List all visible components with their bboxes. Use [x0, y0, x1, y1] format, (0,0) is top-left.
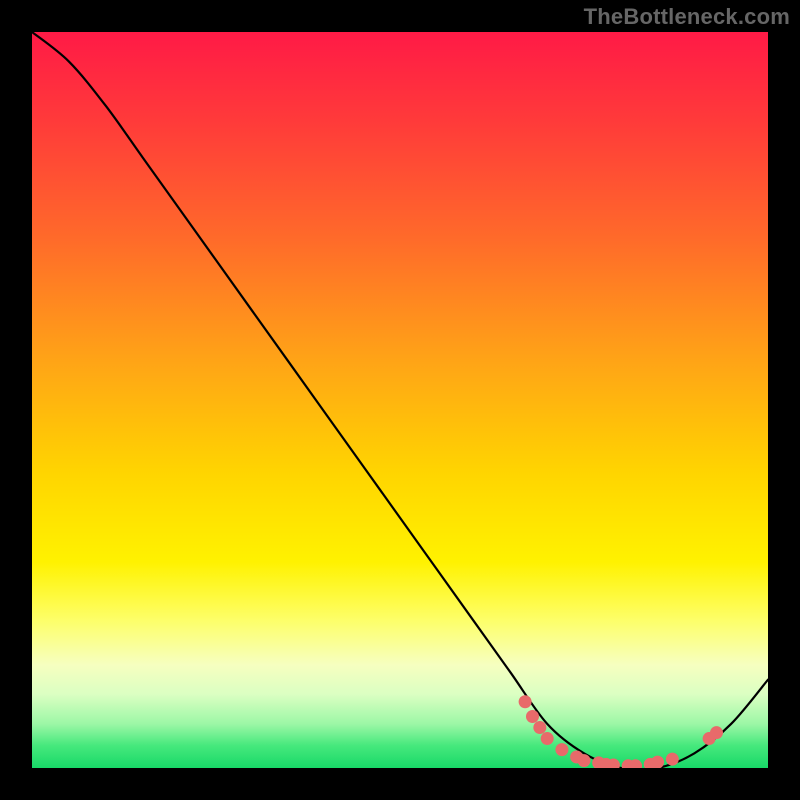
data-point [710, 726, 723, 739]
data-point [541, 732, 554, 745]
data-points-group [519, 695, 723, 768]
data-point [526, 710, 539, 723]
data-point [519, 695, 532, 708]
data-point [555, 743, 568, 756]
chart-frame: TheBottleneck.com [0, 0, 800, 800]
data-point [666, 753, 679, 766]
plot-area [32, 32, 768, 768]
curve-svg [32, 32, 768, 768]
data-point [651, 756, 664, 768]
watermark-text: TheBottleneck.com [584, 4, 790, 30]
data-point [578, 754, 591, 767]
data-point [533, 721, 546, 734]
bottleneck-curve [32, 32, 768, 768]
